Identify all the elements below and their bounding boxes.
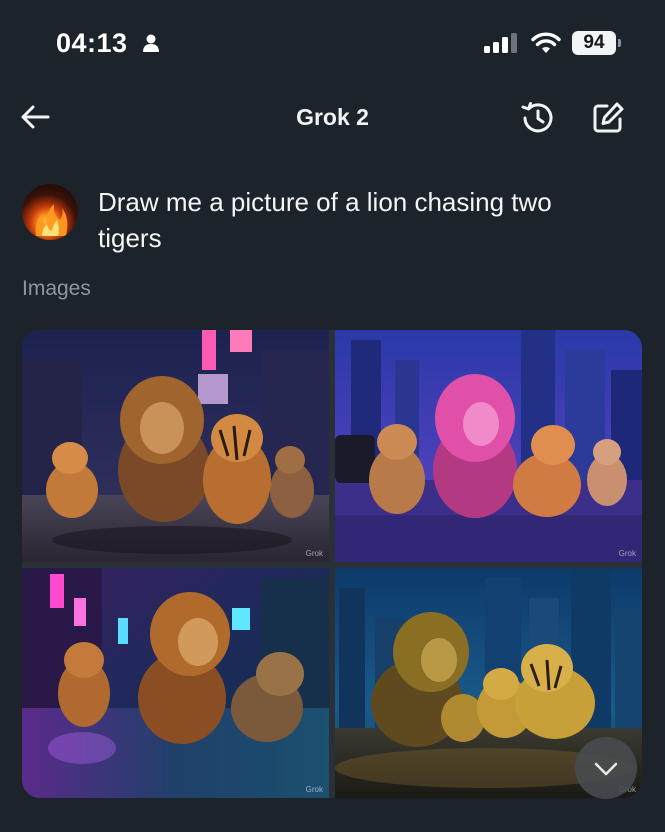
watermark: Grok <box>305 549 323 558</box>
watermark: Grok <box>618 549 636 558</box>
generated-image-1[interactable]: Grok <box>22 330 329 562</box>
prompt-text: Draw me a picture of a lion chasing two … <box>98 187 552 253</box>
signal-icon <box>484 33 517 53</box>
generated-image-2[interactable]: Grok <box>335 330 642 562</box>
generated-image-3[interactable]: Grok <box>22 568 329 798</box>
wifi-icon <box>531 32 561 53</box>
watermark: Grok <box>305 785 323 794</box>
avatar[interactable] <box>22 184 78 240</box>
new-chat-icon[interactable] <box>590 100 626 136</box>
battery-icon: 94 <box>572 31 621 55</box>
status-bar: 04:13 94 <box>0 0 665 88</box>
status-time: 04:13 <box>56 28 128 58</box>
images-label: Images <box>22 277 91 300</box>
top-bar: Grok 2 <box>0 88 665 148</box>
history-icon[interactable] <box>518 98 558 138</box>
scroll-down-button[interactable] <box>575 737 637 799</box>
person-icon <box>143 34 159 52</box>
image-grid: Grok Grok Grok <box>22 330 642 798</box>
page-title: Grok 2 <box>296 104 369 130</box>
chevron-down-icon <box>594 762 618 776</box>
battery-level: 94 <box>572 31 616 55</box>
